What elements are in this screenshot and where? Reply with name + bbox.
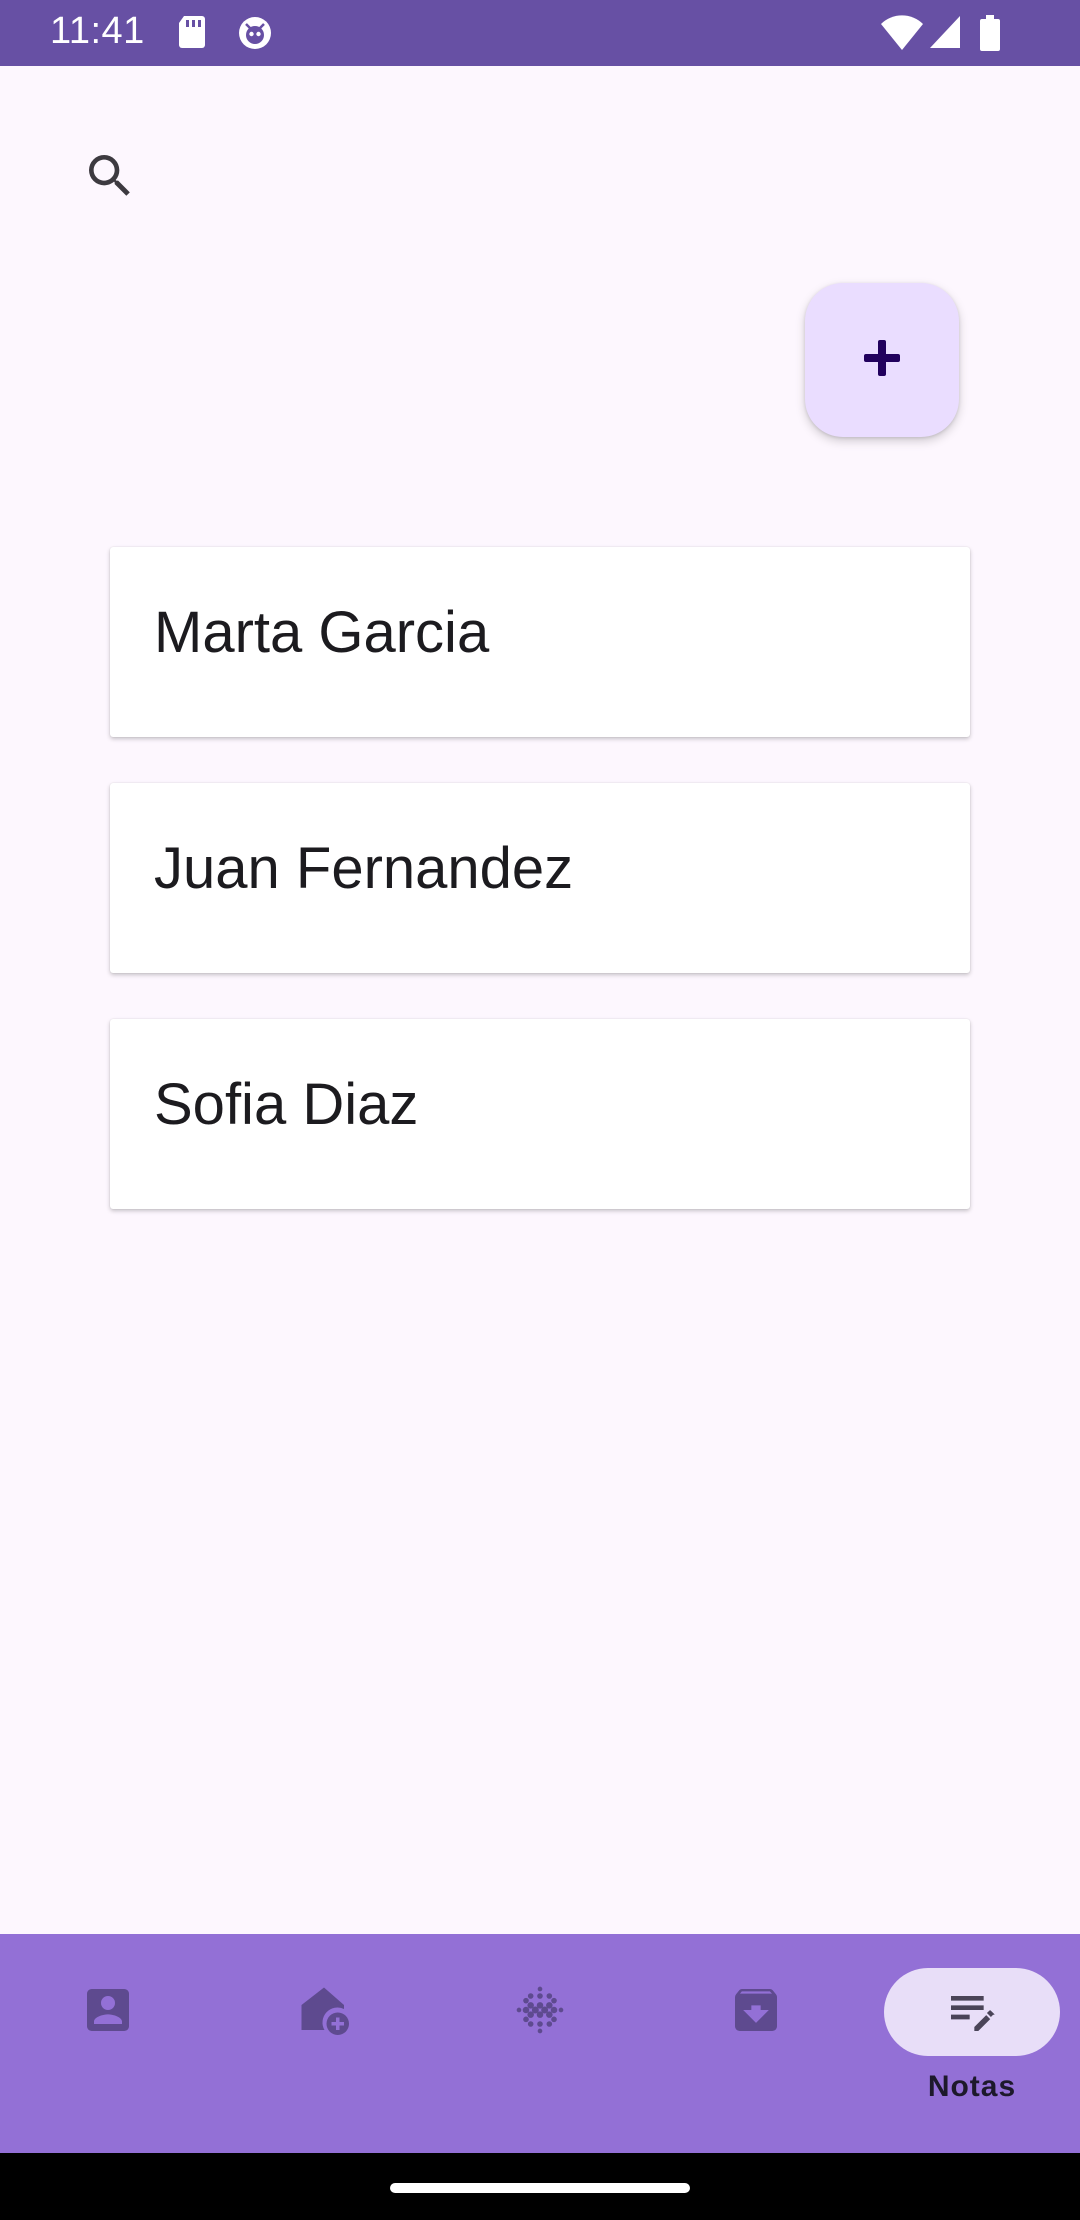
navigation-gesture-bar — [0, 2153, 1080, 2220]
contact-name: Marta Garcia — [154, 600, 490, 665]
contact-card[interactable]: Juan Fernandez — [110, 783, 970, 973]
wifi-icon — [880, 14, 924, 57]
contact-icon — [80, 1982, 136, 2043]
contact-list: Marta Garcia Juan Fernandez Sofia Diaz — [110, 547, 970, 1255]
plus-icon — [860, 336, 904, 385]
contact-card[interactable]: Sofia Diaz — [110, 1019, 970, 1209]
nav-pill — [452, 1968, 628, 2056]
bottom-navigation: Notas — [0, 1934, 1080, 2153]
battery-icon — [978, 14, 1002, 57]
add-home-icon — [294, 1980, 354, 2045]
nav-pill — [668, 1968, 844, 2056]
nav-pill — [884, 1968, 1060, 2056]
search-icon — [82, 148, 138, 209]
nav-label: Notas — [927, 2070, 1017, 2103]
archive-icon — [728, 1982, 784, 2043]
contact-card[interactable]: Marta Garcia — [110, 547, 970, 737]
add-contact-fab[interactable] — [805, 283, 959, 437]
contact-name: Sofia Diaz — [154, 1072, 419, 1137]
nav-item-notas[interactable]: Notas — [864, 1934, 1080, 2153]
search-button[interactable] — [72, 140, 148, 216]
status-time: 11:41 — [50, 10, 145, 52]
notes-edit-icon — [944, 1982, 1000, 2043]
nav-item-contacts[interactable] — [0, 1934, 216, 2153]
nav-pill — [236, 1968, 412, 2056]
dot-grid-icon — [512, 1982, 568, 2043]
contact-name: Juan Fernandez — [154, 836, 574, 901]
nav-pill — [20, 1968, 196, 2056]
sd-card-icon — [176, 14, 208, 55]
nav-item-archive[interactable] — [648, 1934, 864, 2153]
status-bar: 11:41 — [0, 0, 1080, 66]
nav-item-add-home[interactable] — [216, 1934, 432, 2153]
home-handle[interactable] — [390, 2183, 690, 2193]
nav-item-dots[interactable] — [432, 1934, 648, 2153]
debug-icon — [236, 14, 274, 57]
signal-icon — [928, 14, 962, 55]
